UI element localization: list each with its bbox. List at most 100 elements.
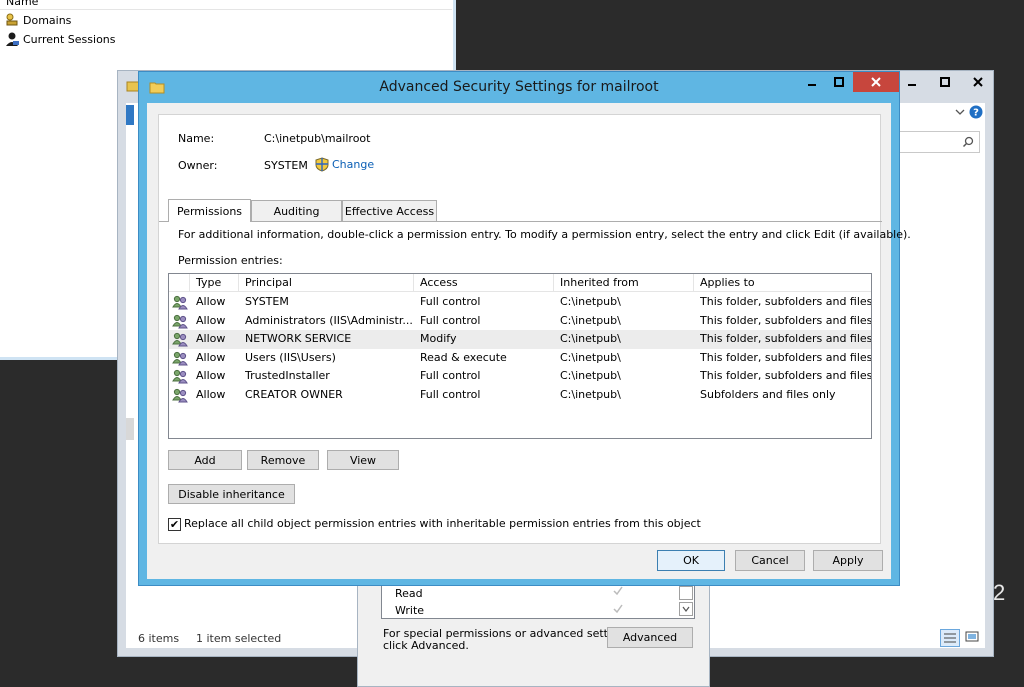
- cell-access: Modify: [420, 332, 457, 346]
- maximize-button[interactable]: [928, 71, 961, 93]
- users-icon: [172, 293, 190, 312]
- tree-item-current-sessions[interactable]: Current Sessions: [4, 30, 116, 48]
- cell-access: Full control: [420, 313, 481, 327]
- large-icons-view-button[interactable]: [963, 629, 981, 647]
- search-icon: [962, 136, 974, 148]
- scroll-down-button[interactable]: [679, 602, 693, 616]
- change-link-label: Change: [332, 158, 375, 171]
- cell-type: Allow: [196, 332, 226, 346]
- cell-type: Allow: [196, 313, 226, 327]
- cell-applies: This folder, subfolders and files: [700, 295, 872, 308]
- cell-inherited: C:\inetpub\: [560, 332, 621, 346]
- perm-name: Write: [395, 604, 425, 617]
- name-label: Name:: [178, 132, 215, 145]
- properties-dialog: Read Write For special permissions or ad…: [357, 580, 710, 687]
- replace-child-checkbox[interactable]: ✔: [168, 518, 181, 531]
- cell-principal: Users (IIS\Users): [245, 350, 336, 364]
- cell-type: Allow: [196, 388, 226, 401]
- details-view-button[interactable]: [940, 629, 960, 647]
- cell-type: Allow: [196, 295, 226, 308]
- tab-auditing[interactable]: Auditing: [251, 200, 342, 222]
- domains-icon: [4, 12, 20, 28]
- status-item-count: 6 items: [138, 632, 180, 645]
- minimize-icon: [808, 84, 816, 86]
- permission-entries-list[interactable]: Type Principal Access Inherited from App…: [168, 273, 872, 439]
- dialog-title: Advanced Security Settings for mailroot: [379, 79, 659, 95]
- advanced-button[interactable]: Advanced: [607, 627, 693, 648]
- owner-label: Owner:: [178, 159, 218, 172]
- cell-principal: SYSTEM: [245, 295, 289, 308]
- permission-row[interactable]: Allow Users (IIS\Users) Read & execute C:\i…: [169, 349, 871, 368]
- nav-scroll-indicator: [126, 418, 134, 440]
- cell-applies: This folder, subfolders and files: [700, 313, 872, 327]
- checkmark-icon: [612, 585, 624, 597]
- permission-row[interactable]: Allow SYSTEM Full control C:\inetpub\ This f…: [169, 293, 871, 312]
- cell-access: Read & execute: [420, 350, 507, 364]
- cell-type: Allow: [196, 369, 226, 383]
- status-selected: 1 item selected: [196, 632, 282, 645]
- tab-permissions[interactable]: Permissions: [168, 199, 251, 222]
- help-icon[interactable]: ?: [969, 105, 983, 119]
- partial-desktop-text: 2: [993, 580, 1006, 605]
- cell-principal: TrustedInstaller: [245, 369, 330, 383]
- tree-item-label: Domains: [23, 13, 72, 27]
- chevron-down-icon[interactable]: [954, 106, 966, 118]
- list-header: Type Principal Access Inherited from App…: [169, 274, 871, 292]
- column-applies-to[interactable]: Applies to: [694, 274, 871, 292]
- icon-column-header[interactable]: [169, 274, 190, 292]
- tab-divider: [159, 221, 882, 222]
- special-permissions-text-2: click Advanced.: [383, 639, 469, 652]
- disable-inheritance-button[interactable]: Disable inheritance: [168, 484, 295, 504]
- cell-inherited: C:\inetpub\: [560, 369, 621, 383]
- svg-text:?: ?: [973, 108, 979, 119]
- checkmark-icon: [612, 603, 624, 615]
- dialog-titlebar[interactable]: Advanced Security Settings for mailroot: [139, 72, 899, 102]
- column-access[interactable]: Access: [414, 274, 554, 292]
- tab-effective-access[interactable]: Effective Access: [342, 200, 437, 222]
- add-button[interactable]: Add: [168, 450, 242, 470]
- users-icon: [172, 367, 190, 386]
- large-icons-view-icon: [965, 631, 979, 642]
- cell-applies: This folder, subfolders and files: [700, 350, 872, 364]
- close-button[interactable]: [853, 72, 899, 92]
- ok-button[interactable]: OK: [657, 550, 725, 571]
- perm-name: Read: [395, 587, 423, 600]
- permission-entries-label: Permission entries:: [178, 254, 283, 267]
- permission-row[interactable]: Allow NETWORK SERVICE Modify C:\inetpub\ Thi…: [169, 330, 871, 349]
- selection-edge: [126, 105, 134, 125]
- change-owner-link[interactable]: Change: [315, 157, 374, 172]
- permission-row[interactable]: Allow Administrators (IIS\Administr... Ful…: [169, 312, 871, 331]
- remove-button[interactable]: Remove: [247, 450, 319, 470]
- column-principal[interactable]: Principal: [239, 274, 414, 292]
- permission-row[interactable]: Allow TrustedInstaller Full control C:\inet…: [169, 367, 871, 386]
- info-text: For additional information, double-click…: [178, 228, 911, 241]
- cell-inherited: C:\inetpub\: [560, 313, 621, 327]
- advanced-security-dialog: Advanced Security Settings for mailroot …: [138, 71, 911, 586]
- tree-item-domains[interactable]: Domains: [4, 11, 71, 29]
- sessions-icon: [4, 31, 20, 47]
- view-button[interactable]: View: [327, 450, 399, 470]
- cell-inherited: C:\inetpub\: [560, 388, 621, 401]
- deny-checkbox[interactable]: [679, 586, 693, 600]
- column-type[interactable]: Type: [190, 274, 239, 292]
- column-inherited-from[interactable]: Inherited from: [554, 274, 694, 292]
- owner-value: SYSTEM: [264, 159, 308, 172]
- apply-button[interactable]: Apply: [813, 550, 883, 571]
- name-value: C:\inetpub\mailroot: [264, 132, 371, 145]
- replace-child-label: Replace all child object permission entr…: [184, 517, 701, 530]
- permission-list[interactable]: Read Write: [381, 581, 695, 619]
- cancel-button[interactable]: Cancel: [735, 550, 805, 571]
- cell-access: Full control: [420, 388, 481, 401]
- search-box[interactable]: [898, 131, 980, 153]
- maximize-button[interactable]: [826, 72, 852, 92]
- name-column-header[interactable]: Name: [0, 0, 452, 10]
- users-icon: [172, 386, 190, 405]
- close-button[interactable]: [961, 71, 994, 93]
- maximize-icon: [834, 77, 844, 87]
- minimize-button[interactable]: [799, 72, 825, 92]
- users-icon: [172, 330, 190, 349]
- cell-access: Full control: [420, 369, 481, 383]
- cell-principal: CREATOR OWNER: [245, 388, 343, 401]
- cell-applies: Subfolders and files only: [700, 388, 836, 401]
- permission-row[interactable]: Allow CREATOR OWNER Full control C:\inetpub…: [169, 386, 871, 405]
